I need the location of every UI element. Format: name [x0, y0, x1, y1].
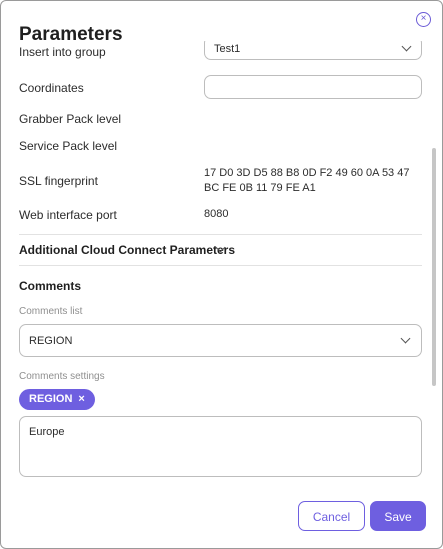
divider	[19, 234, 422, 235]
cancel-button[interactable]: Cancel	[298, 501, 365, 531]
ssl-fingerprint-line-2: BC FE 0B 11 79 FE A1	[204, 182, 316, 194]
web-interface-port-label: Web interface port	[19, 208, 117, 222]
insert-into-group-label: Insert into group	[19, 45, 106, 59]
ssl-fingerprint-label: SSL fingerprint	[19, 174, 98, 188]
coordinates-label: Coordinates	[19, 81, 84, 95]
comments-list-value: REGION	[29, 335, 73, 347]
dialog-title: Parameters	[19, 24, 133, 46]
additional-cloud-connect-parameters-toggle[interactable]: Additional Cloud Connect Parameters	[19, 243, 235, 257]
divider	[19, 265, 422, 266]
scrollbar[interactable]	[432, 148, 436, 386]
insert-into-group-select[interactable]: Test1	[204, 41, 422, 60]
comments-list-label: Comments list	[19, 306, 83, 317]
remove-chip-icon[interactable]: ×	[78, 389, 84, 410]
service-pack-level-label: Service Pack level	[19, 139, 118, 153]
region-chip-label: REGION	[29, 393, 73, 405]
parameters-dialog: Parameters × Insert into group Test1 Coo…	[0, 0, 443, 549]
comment-text: Europe	[29, 426, 65, 438]
comment-textarea[interactable]: Europe	[19, 416, 422, 477]
save-button[interactable]: Save	[370, 501, 426, 531]
comments-settings-label: Comments settings	[19, 371, 105, 382]
comments-list-select[interactable]: REGION	[19, 324, 422, 357]
chevron-down-icon	[400, 333, 411, 344]
grabber-pack-level-label: Grabber Pack level	[19, 112, 122, 126]
coordinates-input[interactable]	[204, 75, 422, 99]
additional-params-label: Additional Cloud Connect Parameters	[19, 243, 236, 257]
chevron-down-icon	[401, 41, 412, 52]
region-chip: REGION ×	[19, 389, 95, 410]
ssl-fingerprint-line-1: 17 D0 3D D5 88 B8 0D F2 49 60 0A 53 47	[204, 167, 410, 179]
dialog-scroll-area[interactable]: Insert into group Test1 Coordinates Grab…	[1, 41, 442, 485]
web-interface-port-value: 8080	[204, 208, 229, 220]
comments-heading: Comments	[19, 279, 82, 293]
close-icon[interactable]: ×	[416, 12, 431, 27]
insert-into-group-value: Test1	[214, 43, 241, 55]
